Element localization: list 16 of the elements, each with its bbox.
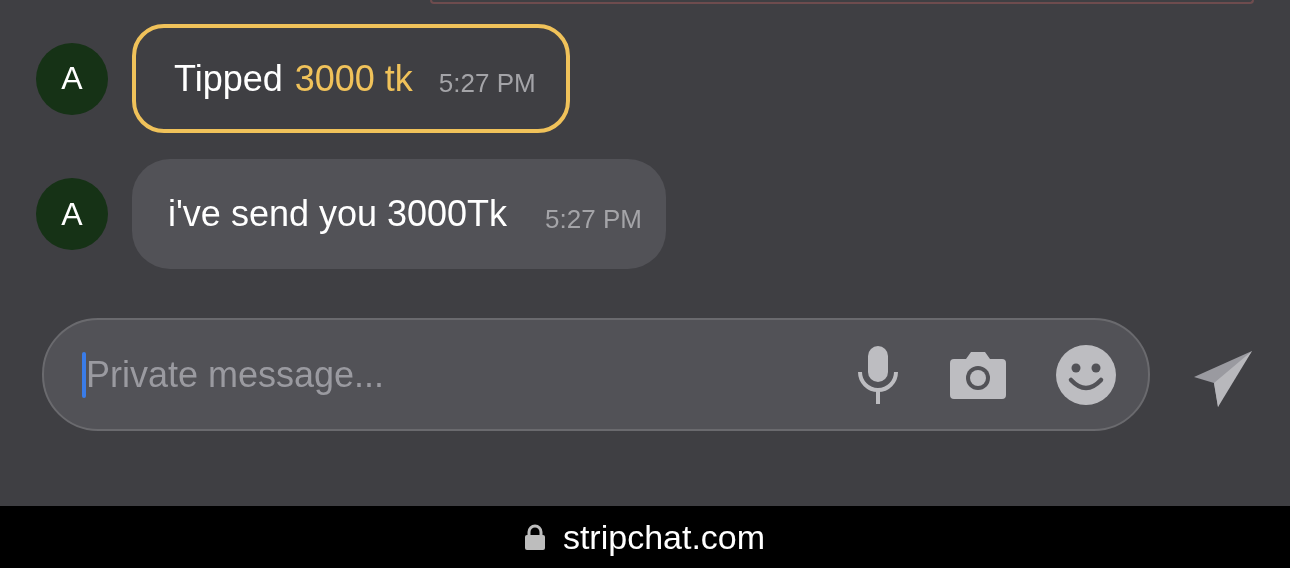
text-cursor (82, 351, 86, 398)
message-time: 5:27 PM (438, 68, 536, 99)
lock-icon (524, 524, 545, 550)
message-time: 5:27 PM (545, 203, 642, 235)
avatar: A (36, 42, 108, 115)
message-input[interactable]: Private message... (86, 351, 806, 398)
tip-amount: 3000 tk (294, 57, 413, 100)
avatar: A (36, 178, 108, 250)
smiley-icon[interactable] (1056, 344, 1116, 405)
url-text: stripchat.com (562, 517, 766, 557)
microphone-icon[interactable] (856, 345, 900, 404)
message-text: i've send you 3000Tk (168, 193, 508, 235)
camera-icon[interactable] (950, 350, 1006, 399)
tip-label: Tipped (174, 57, 283, 100)
send-icon[interactable] (1194, 350, 1252, 409)
message-field[interactable]: Private message... (42, 318, 1150, 431)
